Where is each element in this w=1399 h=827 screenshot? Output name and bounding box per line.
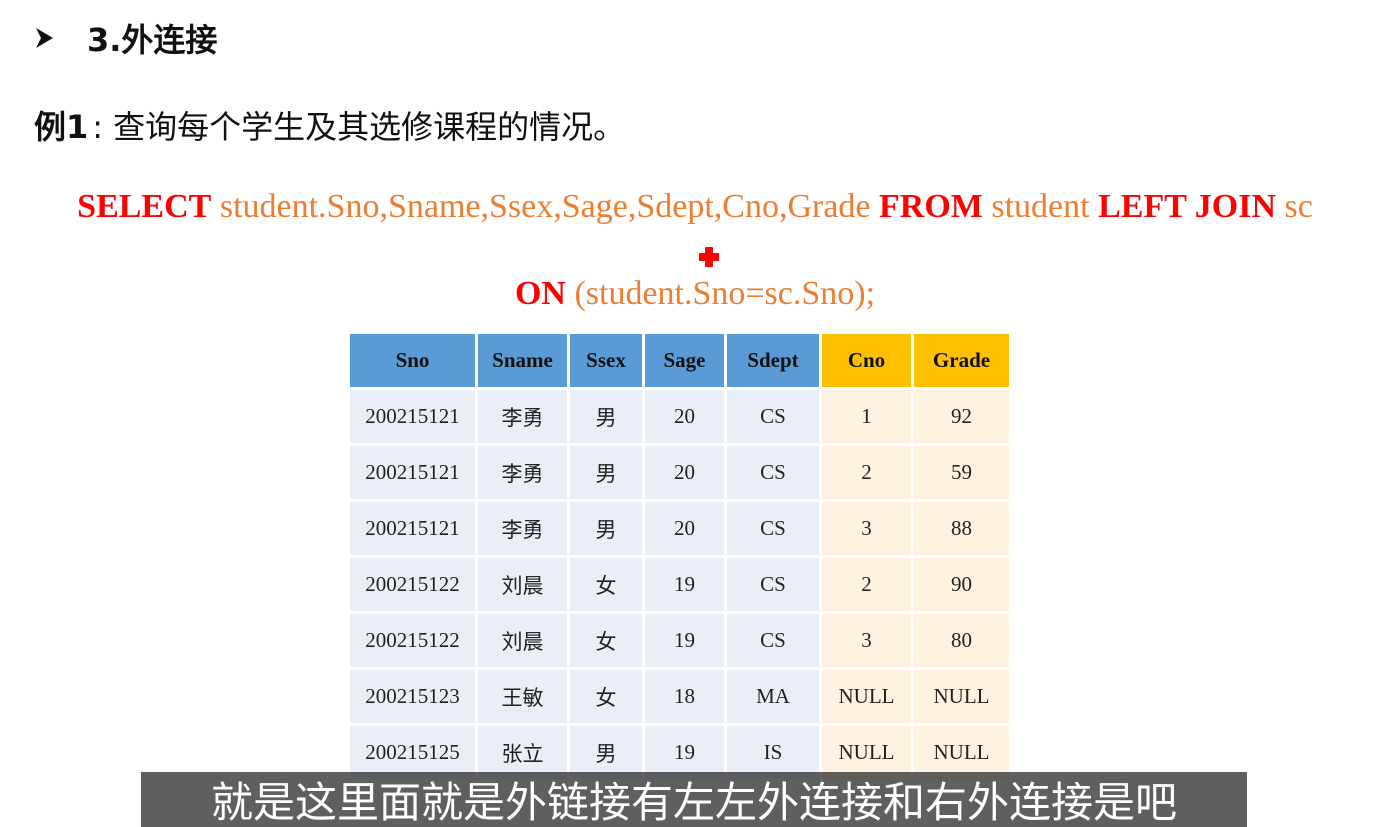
cell-sname: 王敏: [475, 667, 570, 726]
cell-sage: 18: [642, 667, 727, 726]
cell-sage: 20: [642, 387, 727, 446]
cell-sno: 200215121: [347, 387, 478, 446]
cell-sage: 19: [642, 611, 727, 670]
cell-ssex: 女: [567, 611, 645, 670]
cell-sage: 20: [642, 443, 727, 502]
cell-grade: 59: [911, 443, 1012, 502]
cell-ssex: 男: [567, 499, 645, 558]
cell-ssex: 男: [567, 443, 645, 502]
cell-sname: 李勇: [475, 443, 570, 502]
cell-grade: 88: [911, 499, 1012, 558]
video-subtitle: 就是这里面就是外链接有左左外连接和右外连接是吧: [141, 772, 1247, 827]
cell-sno: 200215122: [347, 611, 478, 670]
table-row: 200215121 李勇 男 20 CS 2 59: [347, 443, 1012, 502]
cell-sno: 200215121: [347, 443, 478, 502]
table-row: 200215122 刘晨 女 19 CS 2 90: [347, 555, 1012, 614]
table-header-row: Sno Sname Ssex Sage Sdept Cno Grade: [347, 331, 1012, 390]
table-row: 200215123 王敏 女 18 MA NULL NULL: [347, 667, 1012, 726]
cell-grade: 92: [911, 387, 1012, 446]
sql-keyword-select: SELECT: [77, 188, 212, 225]
cell-cno: 3: [819, 611, 914, 670]
cell-ssex: 女: [567, 555, 645, 614]
cell-ssex: 女: [567, 667, 645, 726]
sql-join-condition: (student.Sno=sc.Sno);: [565, 275, 876, 312]
cell-sname: 刘晨: [475, 555, 570, 614]
sql-on-line: ON (student.Sno=sc.Sno);: [0, 275, 1390, 313]
cell-sdept: CS: [724, 387, 822, 446]
example-colon: :: [92, 108, 104, 146]
cell-sno: 200215123: [347, 667, 478, 726]
column-header-grade: Grade: [911, 331, 1012, 390]
column-header-sage: Sage: [642, 331, 727, 390]
query-result-table: Sno Sname Ssex Sage Sdept Cno Grade 2002…: [347, 331, 1012, 782]
heading-title: 3.外连接: [87, 21, 218, 59]
cell-sdept: MA: [724, 667, 822, 726]
cell-cno: 2: [819, 443, 914, 502]
cell-sdept: CS: [724, 555, 822, 614]
cell-grade: 80: [911, 611, 1012, 670]
cell-grade: NULL: [911, 667, 1012, 726]
cell-ssex: 男: [567, 387, 645, 446]
section-heading: 3.外连接: [34, 16, 217, 60]
sql-from-table: student: [982, 188, 1099, 225]
sql-join-table: sc: [1276, 188, 1313, 225]
table-row: 200215121 李勇 男 20 CS 3 88: [347, 499, 1012, 558]
sql-keyword-on: ON: [514, 275, 566, 312]
sql-keyword-from: FROM: [879, 188, 983, 225]
sql-column-list: student.Sno,Sname,Ssex,Sage,Sdept,Cno,Gr…: [211, 188, 880, 225]
cell-grade: 90: [911, 555, 1012, 614]
cell-cno: NULL: [819, 667, 914, 726]
column-header-sdept: Sdept: [724, 331, 822, 390]
arrow-bullet-icon: [36, 28, 53, 48]
cell-sage: 19: [642, 555, 727, 614]
cell-sage: 20: [642, 499, 727, 558]
cell-sdept: CS: [724, 499, 822, 558]
sql-select-line: SELECT student.Sno,Sname,Ssex,Sage,Sdept…: [0, 188, 1390, 226]
sql-keyword-left-join: LEFT JOIN: [1098, 188, 1277, 225]
column-header-cno: Cno: [819, 331, 914, 390]
example-statement: 例1: 查询每个学生及其选修课程的情况。: [34, 102, 625, 148]
cell-cno: 3: [819, 499, 914, 558]
column-header-sno: Sno: [347, 331, 478, 390]
table-row: 200215121 李勇 男 20 CS 1 92: [347, 387, 1012, 446]
table-row: 200215122 刘晨 女 19 CS 3 80: [347, 611, 1012, 670]
cell-cno: 2: [819, 555, 914, 614]
cell-sname: 李勇: [475, 387, 570, 446]
cell-sdept: CS: [724, 443, 822, 502]
column-header-sname: Sname: [475, 331, 570, 390]
cell-cno: 1: [819, 387, 914, 446]
example-description: 查询每个学生及其选修课程的情况。: [113, 108, 626, 146]
cell-sno: 200215122: [347, 555, 478, 614]
cell-sname: 李勇: [475, 499, 570, 558]
cell-sno: 200215121: [347, 499, 478, 558]
column-header-ssex: Ssex: [567, 331, 645, 390]
cell-sdept: CS: [724, 611, 822, 670]
example-label: 例1: [34, 108, 89, 146]
cell-sname: 刘晨: [475, 611, 570, 670]
red-plus-icon: [699, 247, 719, 267]
